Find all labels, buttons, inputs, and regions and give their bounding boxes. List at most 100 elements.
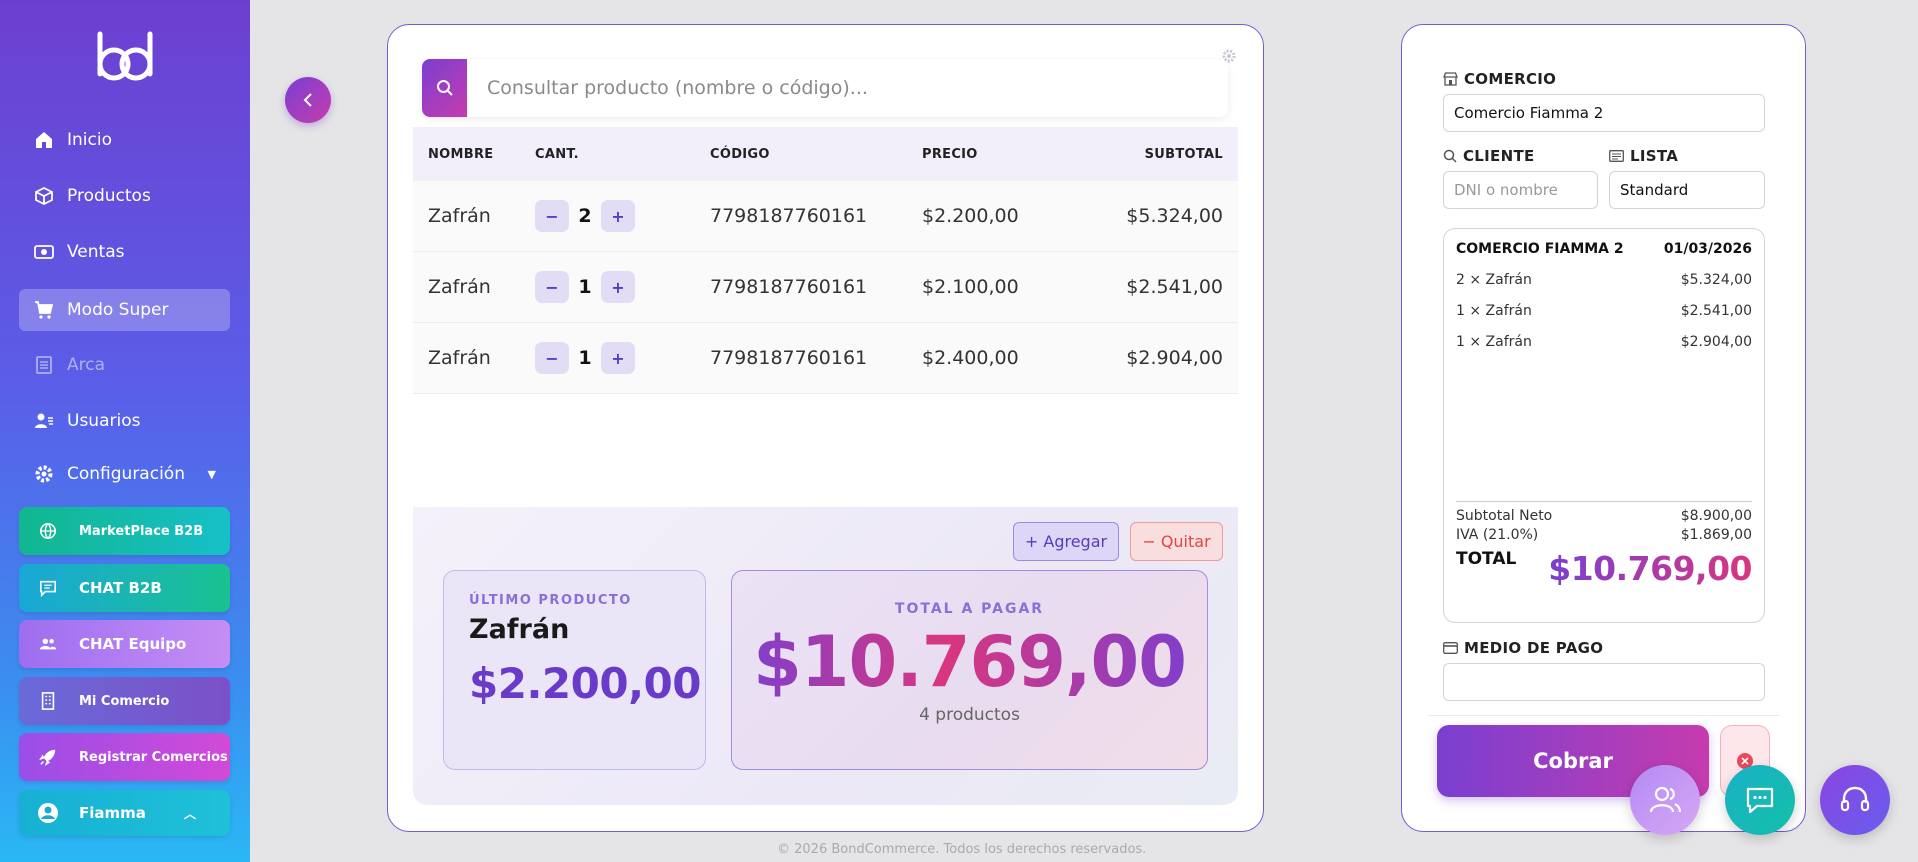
chevron-up-icon: ︿ xyxy=(183,806,196,821)
decrement-button[interactable]: − xyxy=(535,342,569,374)
brand-logo[interactable] xyxy=(90,30,160,90)
quantity-stepper: − 2 + xyxy=(535,200,710,232)
quantity-value: 1 xyxy=(578,276,592,298)
team-icon xyxy=(1649,786,1682,813)
headset-icon xyxy=(1840,786,1870,812)
sidebar-item-modo-super[interactable]: Modo Super xyxy=(19,289,230,331)
table-row[interactable]: Zafrán − 2 + 7798187760161 $2.200,00 $5.… xyxy=(413,181,1238,252)
receipt-summary: Subtotal Neto $8.900,00 IVA (21.0%) $1.8… xyxy=(1456,501,1752,588)
row-subtotal: $2.541,00 xyxy=(1126,276,1223,298)
row-subtotal: $2.904,00 xyxy=(1126,347,1223,369)
sidebar-item-inicio[interactable]: Inicio xyxy=(19,119,230,161)
sidebar-item-label: Arca xyxy=(67,355,106,375)
search-input[interactable] xyxy=(467,59,1228,117)
quantity-stepper: − 1 + xyxy=(535,342,710,374)
header-codigo: CÓDIGO xyxy=(710,146,770,162)
search-button[interactable] xyxy=(422,59,467,117)
divider xyxy=(1427,715,1780,716)
increment-button[interactable]: + xyxy=(601,271,635,303)
row-code: 7798187760161 xyxy=(710,347,868,369)
header-precio: PRECIO xyxy=(922,146,978,162)
sidebar-item-ventas[interactable]: Ventas xyxy=(19,231,230,273)
table-row[interactable]: Zafrán − 1 + 7798187760161 $2.400,00 $2.… xyxy=(413,323,1238,394)
total-amount: $10.769,00 xyxy=(732,621,1207,703)
product-count: 4 productos xyxy=(919,705,1020,725)
sidebar-item-label: Usuarios xyxy=(67,411,141,431)
iva-label: IVA (21.0%) xyxy=(1456,527,1539,543)
price-list-select[interactable] xyxy=(1609,171,1765,209)
table-row[interactable]: Zafrán − 1 + 7798187760161 $2.100,00 $2.… xyxy=(413,252,1238,323)
header-cant: CANT. xyxy=(535,146,579,162)
last-product-label: ÚLTIMO PRODUCTO xyxy=(469,593,632,608)
sidebar-item-configuracion[interactable]: Configuración ▼ xyxy=(19,453,230,495)
pill-label: Mi Comercio xyxy=(79,693,170,709)
row-name: Zafrán xyxy=(428,347,491,369)
row-name: Zafrán xyxy=(428,205,491,227)
receipt-total-label: TOTAL xyxy=(1456,549,1517,569)
gear-icon xyxy=(33,463,55,485)
box-icon xyxy=(33,185,55,207)
search-icon xyxy=(1443,149,1457,163)
subtotal-label: Subtotal Neto xyxy=(1456,508,1553,524)
payment-label: MEDIO DE PAGO xyxy=(1443,639,1603,657)
cart-icon xyxy=(33,299,55,321)
receipt-total-row: TOTAL $10.769,00 xyxy=(1456,549,1752,588)
receipt-item-desc: 2 × Zafrán xyxy=(1456,272,1532,288)
rocket-icon xyxy=(37,748,59,766)
chat-equipo-button[interactable]: CHAT Equipo xyxy=(19,620,230,668)
add-button[interactable]: + Agregar xyxy=(1013,522,1119,561)
mi-comercio-button[interactable]: Mi Comercio xyxy=(19,677,230,725)
subtotal-row: Subtotal Neto $8.900,00 xyxy=(1456,508,1752,524)
sidebar-item-arca[interactable]: Arca xyxy=(19,344,230,386)
table-header: NOMBRE CANT. CÓDIGO PRECIO SUBTOTAL xyxy=(413,127,1238,181)
receipt-item-desc: 1 × Zafrán xyxy=(1456,303,1532,319)
increment-button[interactable]: + xyxy=(601,342,635,374)
payment-method-select[interactable] xyxy=(1443,663,1765,701)
sidebar-item-usuarios[interactable]: Usuarios xyxy=(19,400,230,442)
quantity-value: 1 xyxy=(578,347,592,369)
receipt-item-desc: 1 × Zafrán xyxy=(1456,334,1532,350)
sidebar-item-label: Ventas xyxy=(67,242,125,262)
sidebar-item-productos[interactable]: Productos xyxy=(19,175,230,217)
decrement-button[interactable]: − xyxy=(535,200,569,232)
quantity-stepper: − 1 + xyxy=(535,271,710,303)
receipt-store: COMERCIO FIAMMA 2 xyxy=(1456,241,1624,257)
payment-label-text: MEDIO DE PAGO xyxy=(1464,639,1604,657)
row-price: $2.100,00 xyxy=(922,276,1019,298)
remove-button[interactable]: − Quitar xyxy=(1130,522,1223,561)
commerce-label: COMERCIO xyxy=(1443,70,1556,88)
sidebar-item-label: Inicio xyxy=(67,130,112,150)
support-fab[interactable] xyxy=(1820,765,1890,835)
avatar xyxy=(37,802,59,824)
receipt-header: COMERCIO FIAMMA 2 01/03/2026 xyxy=(1456,241,1752,257)
cash-icon xyxy=(33,241,55,263)
receipt-item: 2 × Zafrán $5.324,00 xyxy=(1456,272,1752,288)
client-label-text: CLIENTE xyxy=(1463,147,1535,165)
receipt-item-amount: $5.324,00 xyxy=(1680,272,1752,288)
marketplace-b2b-button[interactable]: MarketPlace B2B xyxy=(19,507,230,555)
row-subtotal: $5.324,00 xyxy=(1126,205,1223,227)
commerce-field[interactable] xyxy=(1443,94,1765,132)
decrement-button[interactable]: − xyxy=(535,271,569,303)
client-field[interactable] xyxy=(1443,171,1598,209)
pill-label: CHAT Equipo xyxy=(79,635,187,653)
iva-value: $1.869,00 xyxy=(1680,527,1752,543)
chat-fab[interactable] xyxy=(1725,765,1795,835)
header-nombre: NOMBRE xyxy=(428,146,494,162)
total-card: TOTAL A PAGAR $10.769,00 4 productos xyxy=(731,570,1208,770)
chat-b2b-button[interactable]: CHAT B2B xyxy=(19,564,230,612)
header-subtotal: SUBTOTAL xyxy=(1144,146,1223,162)
user-menu[interactable]: Fiamma ︿ xyxy=(19,790,230,836)
pill-label: MarketPlace B2B xyxy=(79,523,204,539)
receipt-item: 1 × Zafrán $2.904,00 xyxy=(1456,334,1752,350)
last-product-card: ÚLTIMO PRODUCTO Zafrán $2.200,00 xyxy=(443,570,706,770)
receipt-item: 1 × Zafrán $2.541,00 xyxy=(1456,303,1752,319)
product-search xyxy=(422,59,1228,117)
document-icon xyxy=(33,354,55,376)
globe-icon xyxy=(37,522,59,540)
subtotal-value: $8.900,00 xyxy=(1680,508,1752,524)
registrar-comercios-button[interactable]: Registrar Comercios xyxy=(19,733,230,781)
back-button[interactable] xyxy=(285,77,331,123)
team-chat-fab[interactable] xyxy=(1630,765,1700,835)
increment-button[interactable]: + xyxy=(601,200,635,232)
